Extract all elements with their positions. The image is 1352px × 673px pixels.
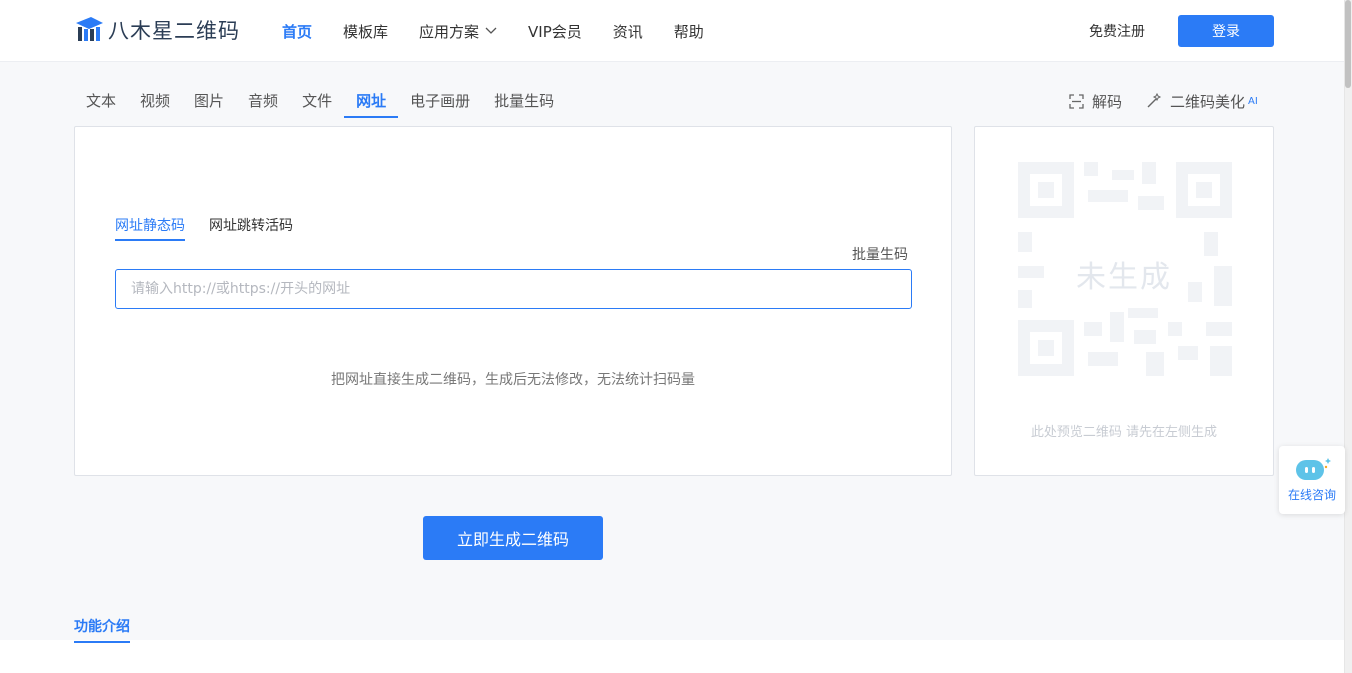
preview-hint: 此处预览二维码 请先在左侧生成 <box>1030 425 1218 440</box>
tab-batch[interactable]: 批量生码 <box>482 84 566 118</box>
content-section-area <box>0 640 1344 673</box>
nav-item-solutions[interactable]: 应用方案 <box>419 21 497 42</box>
tool-links: 解码 二维码美化 AI <box>1069 84 1282 118</box>
chevron-down-icon <box>485 27 497 34</box>
beautify-button[interactable]: 二维码美化 AI <box>1146 91 1258 112</box>
batch-generate-link[interactable]: 批量生码 <box>852 244 908 264</box>
not-generated-label: 未生成 <box>1076 260 1172 295</box>
login-button[interactable]: 登录 <box>1178 15 1274 47</box>
chat-bot-icon <box>1296 458 1331 480</box>
beautify-label: 二维码美化 <box>1170 92 1246 111</box>
nav-item-news[interactable]: 资讯 <box>613 21 643 42</box>
nav-item-templates[interactable]: 模板库 <box>343 21 388 42</box>
tab-ebook[interactable]: 电子画册 <box>398 84 482 118</box>
qr-type-tabs: 文本 视频 图片 音频 文件 网址 电子画册 批量生码 <box>74 84 566 118</box>
nav-item-help[interactable]: 帮助 <box>674 21 704 42</box>
register-link[interactable]: 免费注册 <box>1089 21 1145 41</box>
nav-item-solutions-label: 应用方案 <box>419 22 480 41</box>
logo-text: 八木星二维码 <box>108 19 240 43</box>
ai-badge: AI <box>1248 95 1258 107</box>
chat-label: 在线咨询 <box>1287 488 1336 502</box>
decode-label: 解码 <box>1092 92 1123 111</box>
tab-url[interactable]: 网址 <box>344 84 399 118</box>
magic-wand-icon <box>1147 93 1162 108</box>
decode-button[interactable]: 解码 <box>1069 91 1122 112</box>
online-chat-widget[interactable]: 在线咨询 <box>1279 446 1345 514</box>
tab-dynamic-url[interactable]: 网址跳转活码 <box>209 215 293 241</box>
main-nav: 首页 模板库 应用方案 VIP会员 资讯 帮助 <box>282 0 735 62</box>
top-header: 八木星二维码 首页 模板库 应用方案 VIP会员 资讯 帮助 免费注册 登录 <box>0 0 1344 62</box>
nav-item-vip[interactable]: VIP会员 <box>528 21 582 42</box>
logo-icon <box>76 17 103 41</box>
page-scrollbar[interactable] <box>1344 0 1352 673</box>
tab-video[interactable]: 视频 <box>128 84 182 118</box>
site-logo[interactable]: 八木星二维码 <box>74 14 240 46</box>
generate-qr-button[interactable]: 立即生成二维码 <box>423 516 603 560</box>
tab-static-url[interactable]: 网址静态码 <box>115 215 185 241</box>
tab-image[interactable]: 图片 <box>182 84 236 118</box>
url-subtabs: 网址静态码 网址跳转活码 <box>115 215 317 241</box>
scrollbar-thumb[interactable] <box>1345 0 1351 88</box>
tab-audio[interactable]: 音频 <box>236 84 290 118</box>
tab-text[interactable]: 文本 <box>74 84 128 118</box>
editor-panel: 网址静态码 网址跳转活码 批量生码 把网址直接生成二维码，生成后无法修改，无法统… <box>74 126 952 476</box>
tab-file[interactable]: 文件 <box>290 84 344 118</box>
scan-icon <box>1069 93 1084 109</box>
static-code-hint: 把网址直接生成二维码，生成后无法修改，无法统计扫码量 <box>331 372 695 388</box>
nav-item-home[interactable]: 首页 <box>282 21 312 42</box>
qr-preview-panel: 未生成 此处预览二维码 请先在左侧生成 <box>974 126 1274 476</box>
url-input[interactable] <box>115 269 912 309</box>
feature-intro-heading[interactable]: 功能介绍 <box>74 616 130 643</box>
